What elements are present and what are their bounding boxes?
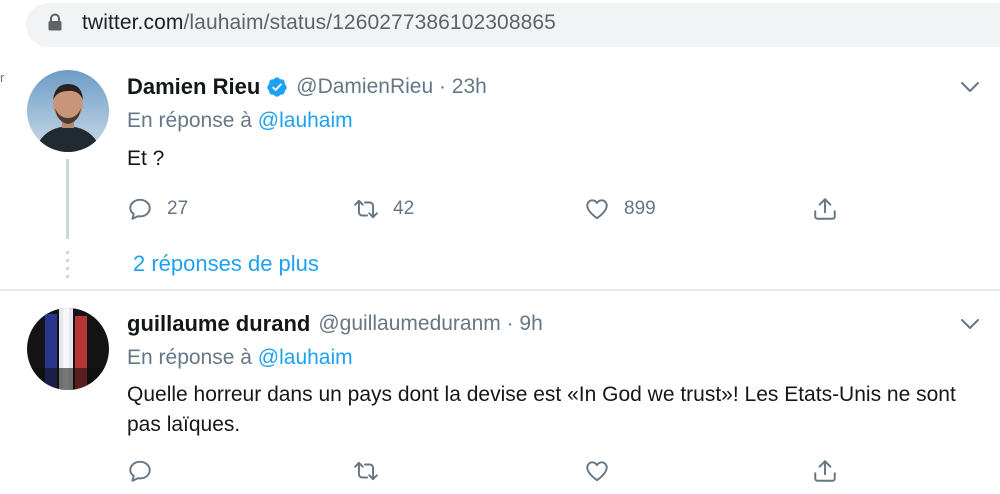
author-handle-time[interactable]: @DamienRieu · 23h	[296, 75, 487, 99]
tweet-guillaume-durand[interactable]: guillaume durand @guillaumeduranm · 9h E…	[0, 291, 1000, 494]
chevron-down-icon[interactable]	[958, 75, 982, 99]
author-name[interactable]: guillaume durand	[127, 311, 310, 337]
tweet-text: Et ?	[127, 147, 165, 170]
avatar[interactable]	[27, 308, 109, 390]
heart-icon	[586, 199, 608, 220]
thread-dots	[66, 251, 69, 279]
chevron-down-icon[interactable]	[958, 312, 982, 336]
reply-to-link[interactable]: @lauhaim	[258, 346, 353, 369]
tweet-text: Quelle horreur dans un pays dont la devi…	[127, 383, 956, 436]
like-count: 899	[624, 198, 656, 219]
retweet-button[interactable]	[353, 455, 393, 487]
author-handle-time[interactable]: @guillaumeduranm · 9h	[318, 312, 542, 336]
share-icon	[814, 460, 836, 482]
retweet-icon	[354, 199, 378, 219]
reply-icon	[129, 460, 151, 482]
browser-toolbar: twitter.com/lauhaim/status/1260277386102…	[0, 0, 1000, 52]
share-icon	[814, 198, 836, 220]
retweet-button[interactable]: 42	[353, 193, 414, 225]
reply-context: En réponse à @lauhaim	[127, 109, 353, 133]
retweet-count: 42	[393, 198, 415, 219]
show-more-replies-link[interactable]: 2 réponses de plus	[133, 251, 319, 277]
reply-prefix: En réponse à	[127, 109, 252, 132]
tweet-actions: 27 42 899	[127, 193, 867, 225]
author-name[interactable]: Damien Rieu	[127, 74, 260, 100]
address-url[interactable]: twitter.com/lauhaim/status/1260277386102…	[82, 11, 556, 35]
reply-to-link[interactable]: @lauhaim	[258, 109, 353, 132]
tweet-damien-rieu[interactable]: Damien Rieu @DamienRieu · 23h En réponse…	[0, 55, 1000, 290]
verified-badge-icon	[267, 77, 287, 97]
tweet-actions	[127, 455, 867, 487]
reply-icon	[129, 198, 151, 220]
thread-connector	[66, 159, 69, 239]
reply-button[interactable]: 27	[127, 193, 188, 225]
like-button[interactable]: 899	[584, 193, 656, 225]
reply-count: 27	[167, 198, 189, 219]
heart-icon	[586, 461, 608, 482]
tweet-header: guillaume durand @guillaumeduranm · 9h	[127, 308, 543, 340]
share-button[interactable]	[812, 193, 838, 225]
lock-icon[interactable]	[48, 13, 62, 31]
reply-prefix: En réponse à	[127, 346, 252, 369]
url-path: /lauhaim/status/1260277386102308865	[183, 11, 556, 34]
avatar[interactable]	[27, 70, 109, 152]
url-host: twitter.com	[82, 11, 184, 34]
reply-context: En réponse à @lauhaim	[127, 346, 353, 370]
reply-button[interactable]	[127, 455, 167, 487]
tweet-header: Damien Rieu @DamienRieu · 23h	[127, 71, 487, 103]
retweet-icon	[354, 461, 378, 481]
share-button[interactable]	[812, 455, 838, 487]
like-button[interactable]	[584, 455, 624, 487]
